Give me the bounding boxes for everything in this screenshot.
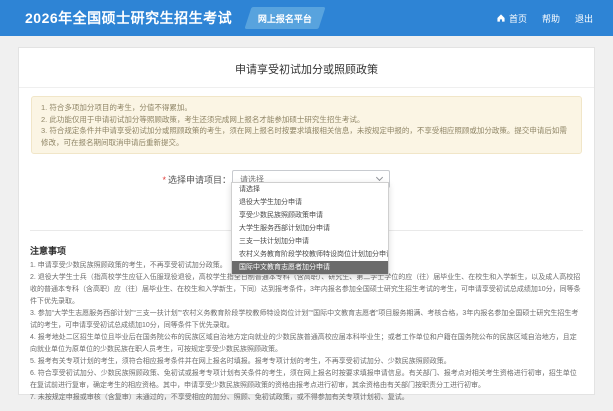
home-icon xyxy=(496,13,506,23)
platform-badge-label: 网上报名平台 xyxy=(258,12,312,25)
header-left: 2026年全国硕士研究生招生考试 网上报名平台 xyxy=(25,7,322,29)
notice-alert: 1. 符合多项加分项目的考生，分值不得累加。 2. 此功能仅用于申请初试加分等照… xyxy=(31,96,582,154)
note-item: 5. 报考有关专项计划的考生，须符合相应报考条件并在网上报名时填报。报考专项计划… xyxy=(30,356,583,368)
note-item: 2. 退役大学生士兵（指高校学生应征入伍服现役退役，高校学生指全日制普通本专科（… xyxy=(30,272,583,308)
alert-line: 3. 符合规定条件并申请享受初试加分或照顾政策的考生，须在网上报名时按要求填报相… xyxy=(41,125,572,148)
note-item: 6. 符合享受初试加分、少数民族照顾政策、免初试或报考专项计划有关条件的考生，须… xyxy=(30,368,583,392)
nav-home[interactable]: 首页 xyxy=(496,12,527,25)
dropdown-option-sanzhi[interactable]: 三支一扶计划加分申请 xyxy=(232,235,388,248)
nav-logout[interactable]: 退出 xyxy=(575,12,593,25)
screen: 2026年全国硕士研究生招生考试 网上报名平台 首页 帮助 退出 申请享受初试加… xyxy=(0,0,613,411)
dropdown-option-intl-chinese[interactable]: 国际中文教育志愿者加分申请 xyxy=(232,261,388,274)
dropdown-option-minority[interactable]: 享受少数民族照顾政策申请 xyxy=(232,209,388,222)
note-item: 4. 报考地处二区招生单位且毕业后在国务院公布的民族区域自治地方定向就业的少数民… xyxy=(30,332,583,356)
nav-home-label: 首页 xyxy=(509,12,527,25)
select-label-text: 选择申请项目： xyxy=(168,175,231,185)
alert-line: 2. 此功能仅用于申请初试加分等照顾政策，考生还须完成网上报名才能参加硕士研究生… xyxy=(41,114,572,126)
select-dropdown: 请选择 退役大学生加分申请 享受少数民族照顾政策申请 大学生服务西部计划加分申请… xyxy=(231,182,389,275)
app-title: 2026年全国硕士研究生招生考试 xyxy=(25,8,232,28)
note-item: 7. 未按规定申报或审核（含复审）未通过的，不享受相应的加分、照顾、免初试政策，… xyxy=(30,392,583,404)
nav-help[interactable]: 帮助 xyxy=(542,12,560,25)
header: 2026年全国硕士研究生招生考试 网上报名平台 首页 帮助 退出 xyxy=(0,0,613,36)
dropdown-option-veteran[interactable]: 退役大学生加分申请 xyxy=(232,196,388,209)
select-label: *选择申请项目： xyxy=(19,173,231,186)
required-asterisk: * xyxy=(162,175,166,185)
notes-list: 1. 申请享受少数民族照顾政策的考生，不再享受初试加分政策。 2. 退役大学生士… xyxy=(30,260,583,404)
page-title: 申请享受初试加分或照顾政策 xyxy=(19,48,594,88)
nav-logout-label: 退出 xyxy=(575,12,593,25)
chevron-down-icon xyxy=(376,174,383,181)
dropdown-option-placeholder[interactable]: 请选择 xyxy=(232,183,388,196)
alert-line: 1. 符合多项加分项目的考生，分值不得累加。 xyxy=(41,102,572,114)
platform-badge: 网上报名平台 xyxy=(245,7,326,29)
note-item: 3. 参加“大学生志愿服务西部计划”“三支一扶计划”“农村义务教育阶段学校教师特… xyxy=(30,308,583,332)
nav-help-label: 帮助 xyxy=(542,12,560,25)
dropdown-option-rural-teacher[interactable]: 农村义务教育阶段学校教师特设岗位计划加分申请 xyxy=(232,248,388,261)
dropdown-option-west-plan[interactable]: 大学生服务西部计划加分申请 xyxy=(232,222,388,235)
header-nav: 首页 帮助 退出 xyxy=(496,12,593,25)
